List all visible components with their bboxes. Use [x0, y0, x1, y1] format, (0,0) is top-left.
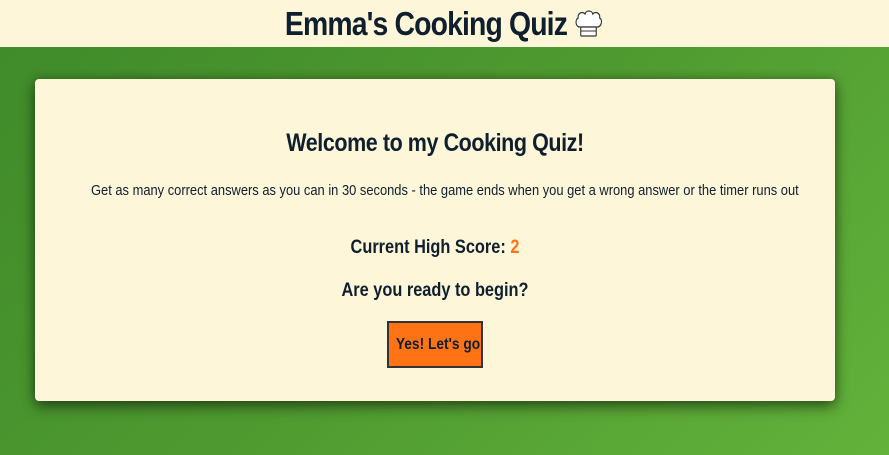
- site-header: Emma's Cooking Quiz: [0, 0, 889, 47]
- quiz-intro-card: Welcome to my Cooking Quiz! Get as many …: [35, 79, 835, 401]
- high-score-label: Current High Score:: [350, 237, 506, 258]
- start-quiz-button-label: Yes! Let's go: [395, 335, 481, 353]
- chef-hat-icon: [576, 9, 603, 37]
- high-score-value: 2: [510, 237, 520, 258]
- high-score: Current High Score: 2: [91, 237, 779, 259]
- instructions-text: Get as many correct answers as you can i…: [91, 182, 799, 199]
- start-quiz-button[interactable]: Yes! Let's go: [387, 321, 483, 368]
- ready-prompt: Are you ready to begin?: [341, 280, 529, 301]
- site-title: Emma's Cooking Quiz: [285, 7, 603, 40]
- site-title-text: Emma's Cooking Quiz: [285, 5, 568, 42]
- welcome-heading: Welcome to my Cooking Quiz!: [286, 129, 584, 157]
